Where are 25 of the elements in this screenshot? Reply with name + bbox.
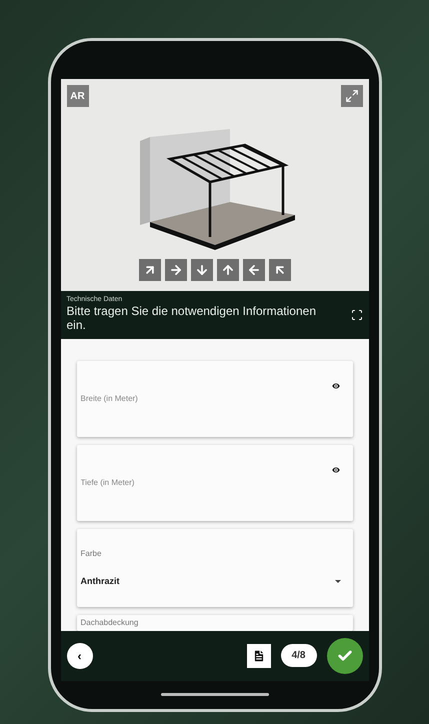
section-title: Bitte tragen Sie die notwendigen Informationen ein. bbox=[66, 305, 317, 333]
confirm-button[interactable] bbox=[326, 638, 362, 674]
caret-icon bbox=[334, 580, 340, 583]
back-button[interactable]: ‹ bbox=[66, 642, 92, 669]
input-field[interactable]: Tiefe (in Meter) bbox=[76, 444, 352, 521]
arrow-up-left-button[interactable] bbox=[268, 259, 290, 281]
arrow-up-right-button[interactable] bbox=[138, 259, 160, 281]
ar-button[interactable]: AR bbox=[66, 85, 88, 107]
expand-arrows-icon bbox=[344, 89, 358, 103]
select-field[interactable]: Farbe Anthrazit bbox=[76, 528, 352, 607]
document-icon bbox=[252, 648, 266, 663]
input-field[interactable]: Dachabdeckung bbox=[76, 614, 352, 631]
eye-icon[interactable] bbox=[330, 380, 340, 391]
arrow-left-button[interactable] bbox=[242, 259, 264, 281]
arrow-down-button[interactable] bbox=[190, 259, 212, 281]
input-field[interactable]: Breite (in Meter) bbox=[76, 360, 352, 437]
arrow-right-icon bbox=[168, 263, 182, 277]
fullscreen-button[interactable] bbox=[340, 85, 362, 107]
document-button[interactable] bbox=[246, 644, 271, 668]
step-counter: 4/8 bbox=[280, 644, 316, 668]
expand-icon[interactable] bbox=[350, 308, 362, 321]
arrow-left-icon bbox=[246, 263, 260, 277]
eye-icon[interactable] bbox=[330, 464, 340, 475]
arrow-right-button[interactable] bbox=[164, 259, 186, 281]
arrow-up-button[interactable] bbox=[216, 259, 238, 281]
